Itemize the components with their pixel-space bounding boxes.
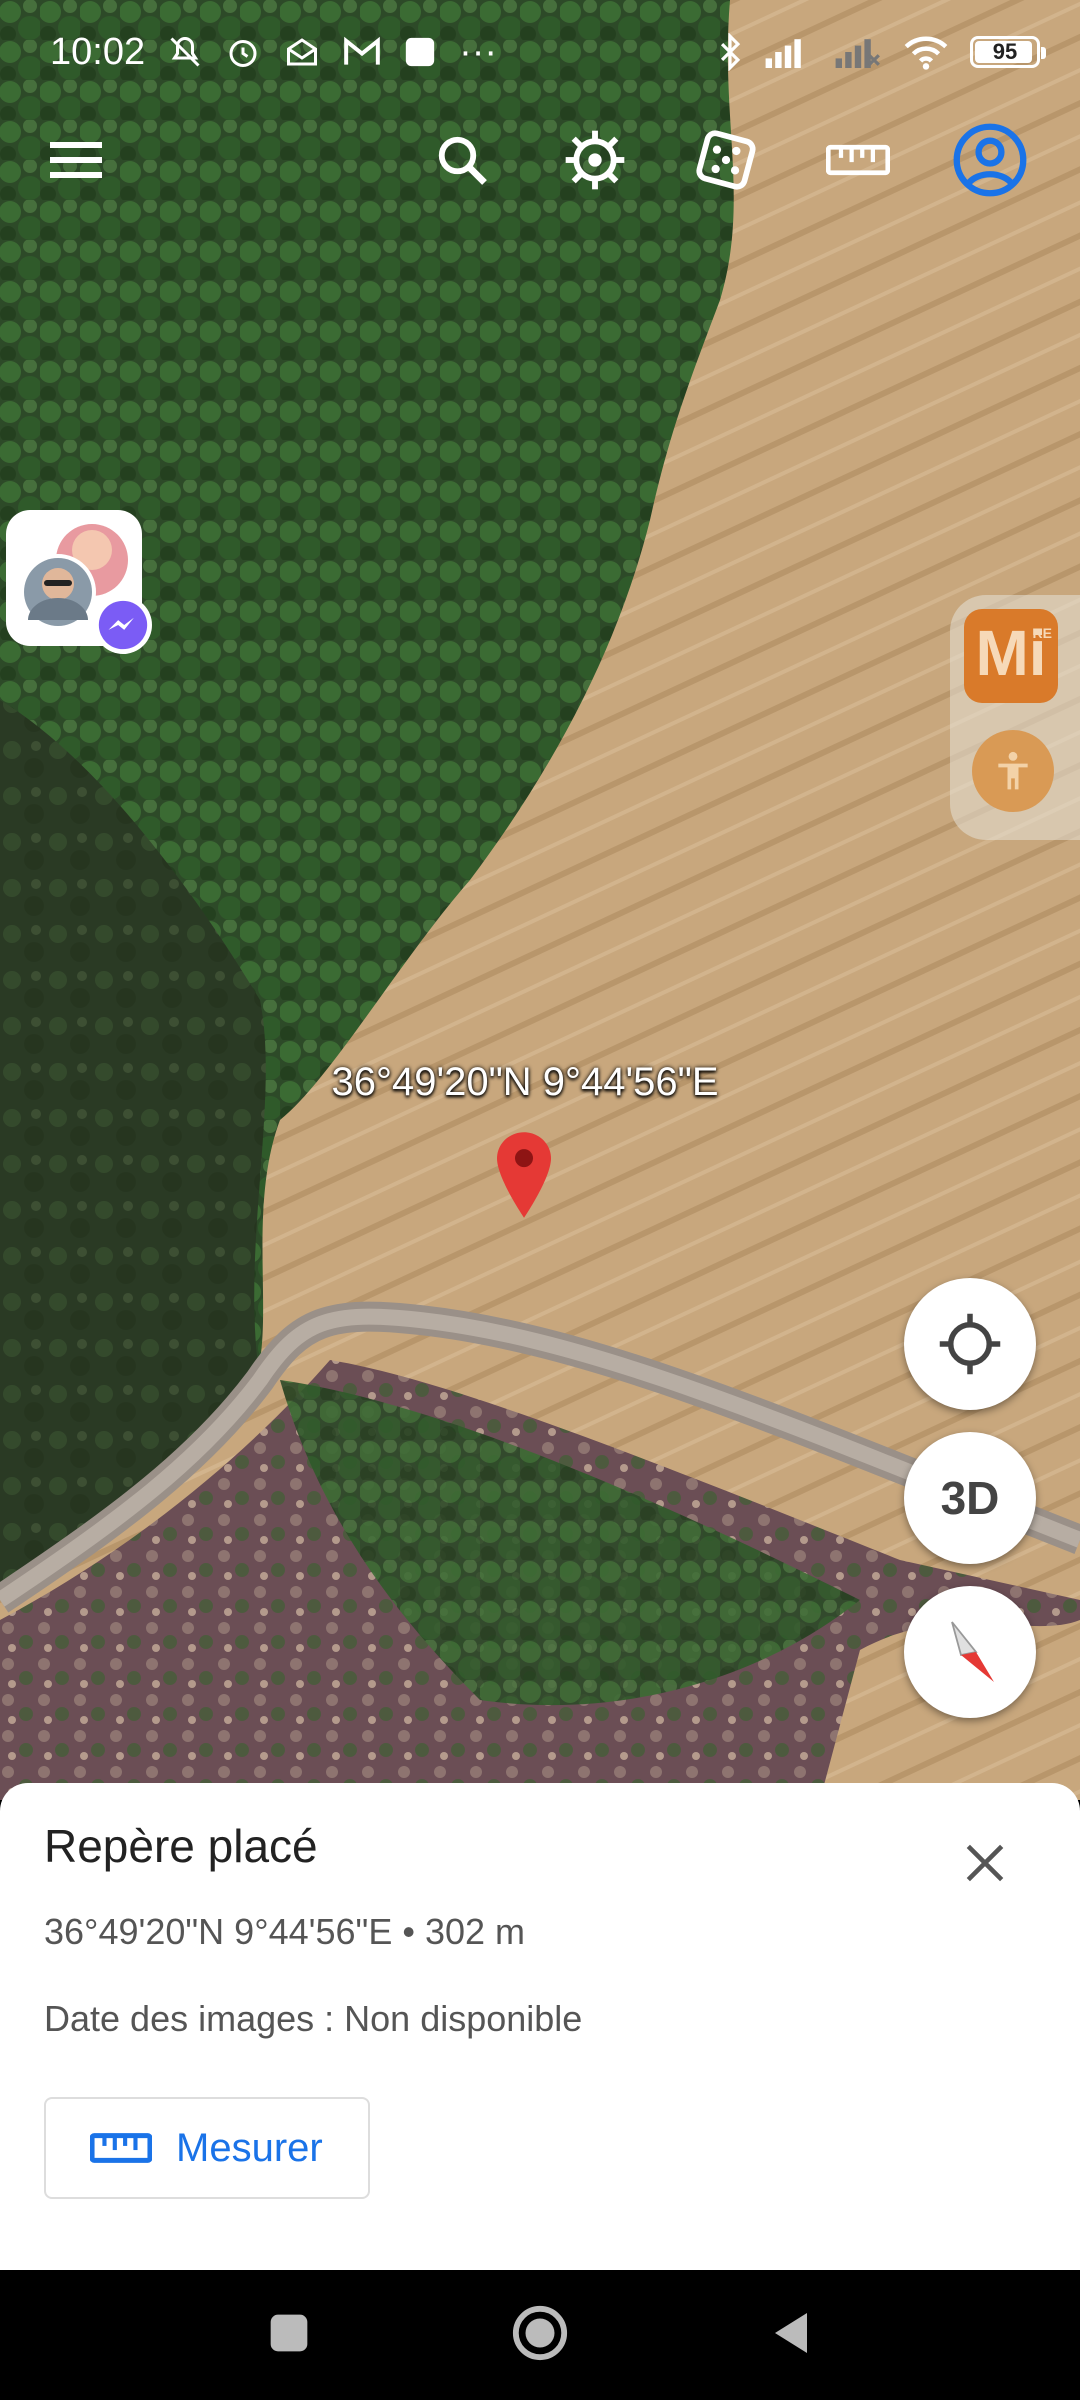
toggle-3d-button[interactable]: 3D [904, 1432, 1036, 1564]
alarm-icon [225, 34, 261, 70]
recents-button[interactable] [267, 2311, 311, 2360]
gmail-icon [343, 36, 381, 68]
mute-notifications-icon [167, 34, 203, 70]
map-pin-icon [497, 1132, 551, 1218]
signal-strength-icon [764, 36, 812, 68]
clock: 10:02 [50, 30, 146, 73]
mail-notification-icon [283, 34, 321, 70]
pin-coordinates-label: 36°49'20"N 9°44'56"E [331, 1060, 719, 1104]
messenger-icon [94, 596, 152, 654]
compass-button[interactable] [904, 1586, 1036, 1718]
ruler-icon [90, 2133, 152, 2163]
close-icon [966, 1844, 1004, 1882]
voyager-button[interactable] [555, 120, 635, 200]
placemark-details-sheet: Repère placé 36°49'20"N 9°44'56"E • 302 … [0, 1783, 1080, 2270]
measure-label: Mesurer [176, 2125, 323, 2170]
account-icon [953, 123, 1027, 197]
battery-icon: 95 [970, 36, 1046, 68]
voyager-icon [565, 130, 625, 190]
recents-icon [270, 2314, 308, 2351]
placemark-coordinates-elevation: 36°49'20"N 9°44'56"E • 302 m [44, 1911, 526, 1952]
measure-button[interactable]: Mesurer [44, 2097, 370, 2199]
no-signal-icon [834, 36, 882, 68]
mi-remote-shortcut[interactable]: Mi RE [964, 609, 1058, 703]
wifi-icon [904, 34, 948, 70]
search-button[interactable] [422, 120, 502, 200]
home-button[interactable] [511, 2304, 569, 2367]
bluetooth-icon [718, 33, 742, 71]
my-location-button[interactable] [904, 1278, 1036, 1410]
back-icon [775, 2312, 807, 2353]
sheet-title: Repère placé [44, 1820, 318, 1872]
system-navigation-bar [0, 2270, 1080, 2400]
close-sheet-button[interactable] [960, 1838, 1010, 1888]
floating-shortcuts-panel: Mi RE [950, 595, 1080, 840]
messenger-chat-head[interactable] [6, 510, 152, 654]
status-bar: 10:02 ··· 95 [0, 0, 1080, 104]
crosshair-location-icon [939, 1313, 1001, 1375]
random-dice-icon [696, 130, 756, 190]
mi-badge-small-text: RE [1032, 625, 1052, 641]
accessibility-shortcut[interactable] [972, 730, 1054, 812]
battery-percent: 95 [992, 39, 1018, 64]
measure-tool-button[interactable] [818, 120, 898, 200]
search-icon [438, 136, 487, 185]
back-button[interactable] [769, 2309, 813, 2362]
account-button[interactable] [952, 122, 1028, 198]
ruler-icon [826, 144, 890, 176]
three-d-label: 3D [940, 1472, 1000, 1524]
more-notifications-indicator: ··· [459, 30, 498, 73]
app-notification-icon [403, 35, 437, 69]
compass-icon [951, 1621, 994, 1682]
imagery-date: Date des images : Non disponible [44, 1998, 583, 2039]
feeling-lucky-button[interactable] [686, 120, 766, 200]
menu-icon [50, 142, 102, 178]
home-icon [512, 2305, 568, 2360]
placemark-pin[interactable] [497, 1132, 551, 1223]
menu-button[interactable] [36, 120, 116, 200]
accessibility-icon [998, 751, 1028, 790]
